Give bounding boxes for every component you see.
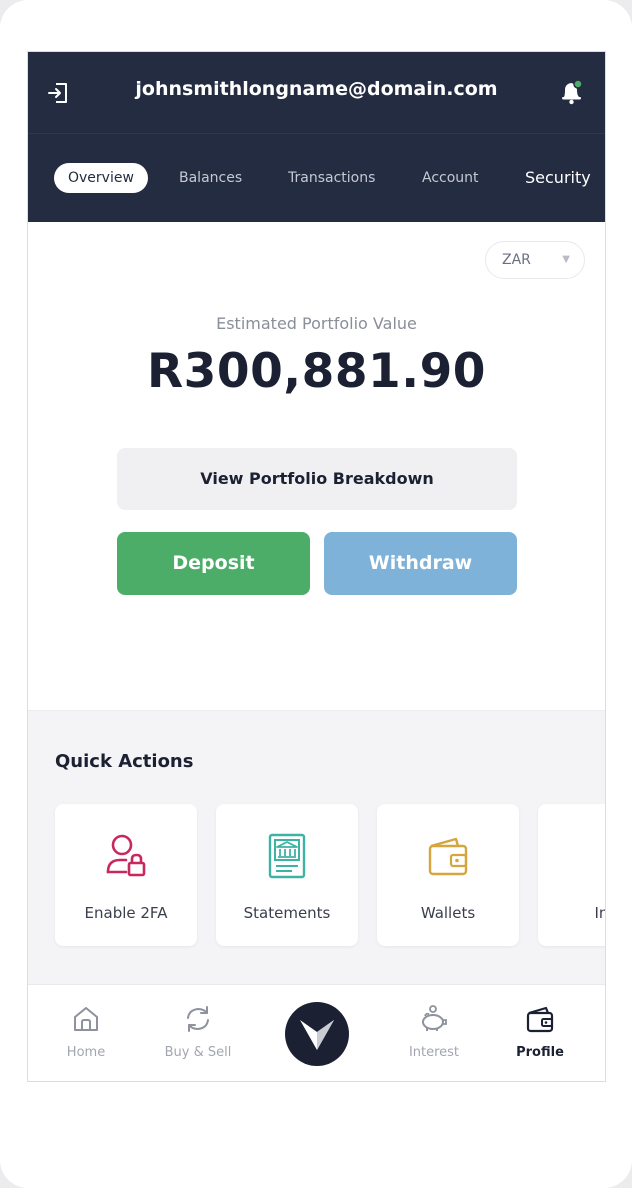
logout-icon[interactable] — [46, 80, 72, 106]
quick-action-statements[interactable]: Statements — [216, 804, 358, 946]
nav-buy-sell[interactable]: Buy & Sell — [148, 1003, 248, 1060]
tab-security[interactable]: Security — [525, 163, 591, 193]
deposit-button[interactable]: Deposit — [117, 532, 310, 595]
home-icon — [74, 1007, 98, 1031]
notification-dot — [573, 79, 583, 89]
refresh-icon — [187, 1006, 209, 1032]
currency-value: ZAR — [502, 252, 531, 268]
bottom-nav: Home Buy & Sell Interest Profile — [28, 984, 605, 1081]
portfolio-label: Estimated Portfolio Value — [216, 314, 417, 333]
quick-action-interest[interactable]: Inte — [538, 804, 606, 946]
bell-icon[interactable] — [559, 78, 585, 106]
nav-label: Buy & Sell — [164, 1045, 232, 1060]
app-header: johnsmithlongname@domain.com Overview Ba… — [28, 52, 605, 222]
quick-action-enable-2fa[interactable]: Enable 2FA — [55, 804, 197, 946]
chevron-down-icon: ▼ — [562, 254, 570, 265]
quick-actions-title: Quick Actions — [55, 751, 194, 772]
app-screen: johnsmithlongname@domain.com Overview Ba… — [27, 51, 606, 1082]
piggy-bank-icon — [587, 832, 606, 880]
wallet-icon — [428, 837, 468, 876]
nav-label: Profile — [516, 1045, 564, 1060]
view-breakdown-button[interactable]: View Portfolio Breakdown — [117, 448, 517, 510]
tab-transactions[interactable]: Transactions — [288, 163, 375, 193]
quick-action-label: Inte — [594, 904, 605, 922]
nav-home[interactable]: Home — [36, 1003, 136, 1060]
wallet-icon — [526, 1006, 554, 1033]
nav-profile[interactable]: Profile — [490, 1003, 590, 1060]
quick-actions-section: Quick Actions Enable 2FA Statements Wall… — [28, 710, 605, 990]
tab-balances[interactable]: Balances — [179, 163, 242, 193]
quick-action-wallets[interactable]: Wallets — [377, 804, 519, 946]
header-top-bar: johnsmithlongname@domain.com — [28, 52, 605, 134]
quick-action-label: Statements — [243, 904, 331, 922]
bank-statement-icon — [268, 833, 306, 879]
tab-account[interactable]: Account — [422, 163, 479, 193]
nav-label: Interest — [408, 1045, 460, 1060]
brand-home-button[interactable] — [285, 1002, 349, 1066]
user-lock-icon — [106, 834, 146, 877]
tab-bar: Overview Balances Transactions Account S… — [28, 160, 605, 200]
nav-interest[interactable]: Interest — [384, 1003, 484, 1060]
brand-logo-icon — [300, 1020, 334, 1050]
quick-action-label: Enable 2FA — [84, 904, 168, 922]
page-card: johnsmithlongname@domain.com Overview Ba… — [0, 0, 632, 1188]
withdraw-button[interactable]: Withdraw — [324, 532, 517, 595]
portfolio-value: R300,881.90 — [146, 344, 487, 399]
nav-label: Home — [66, 1045, 106, 1060]
piggy-bank-icon — [422, 1005, 447, 1031]
currency-select[interactable]: ZAR ▼ — [485, 241, 585, 279]
account-email: johnsmithlongname@domain.com — [135, 78, 498, 100]
tab-overview[interactable]: Overview — [54, 163, 148, 193]
quick-action-label: Wallets — [420, 904, 476, 922]
